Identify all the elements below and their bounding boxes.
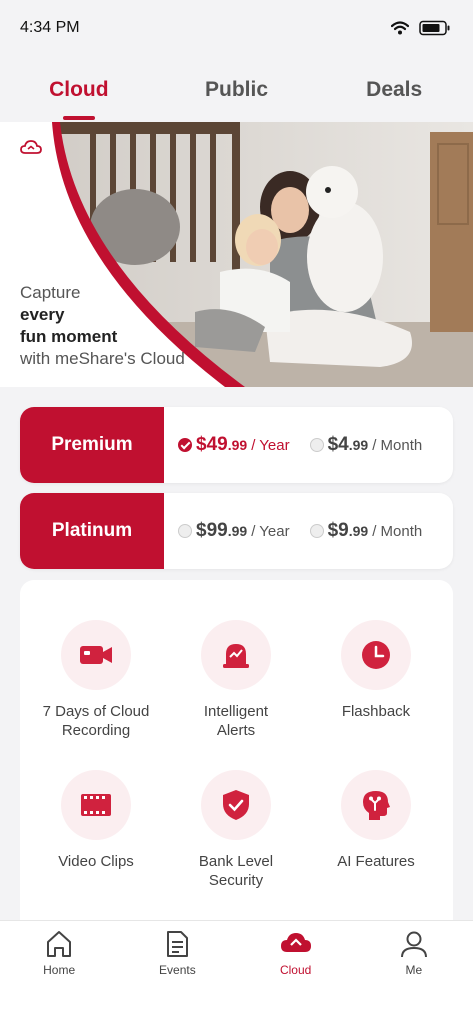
cloud-icon <box>20 140 42 154</box>
tab-public[interactable]: Public <box>158 62 316 122</box>
feature-bank-security: Bank Level Security <box>166 770 306 890</box>
feature-flashback: Flashback <box>306 620 446 721</box>
banner-line-3: fun moment <box>20 327 118 346</box>
shield-check-icon <box>223 790 249 820</box>
promo-banner[interactable]: Capture every fun moment with meShare's … <box>0 122 473 387</box>
home-icon <box>47 931 72 957</box>
features-card: 7 Days of Cloud Recording Intelligent Al… <box>20 580 453 940</box>
platinum-month-option[interactable]: $9.99 / Month <box>309 520 422 542</box>
document-icon <box>167 931 189 957</box>
banner-text: Capture every fun moment with meShare's … <box>20 282 185 370</box>
nav-me[interactable]: Me <box>355 921 473 1024</box>
clock-icon <box>362 641 390 669</box>
feature-ai: AI Features <box>306 770 446 871</box>
status-bar: 4:34 PM <box>0 0 473 56</box>
radio-checked-icon[interactable] <box>178 438 192 452</box>
person-icon <box>400 931 427 958</box>
radio-icon[interactable] <box>309 438 324 452</box>
plan-name: Platinum <box>20 493 164 569</box>
premium-year-option[interactable]: $49.99 / Year <box>178 434 290 456</box>
banner-line-2: every <box>20 305 65 324</box>
nav-home[interactable]: Home <box>0 921 118 1024</box>
feature-cloud-recording: 7 Days of Cloud Recording <box>26 620 166 740</box>
banner-line-1: Capture <box>20 283 81 302</box>
top-tabs: Cloud Public Deals <box>0 62 473 122</box>
premium-month-option[interactable]: $4.99 / Month <box>309 434 422 456</box>
film-strip-icon <box>81 794 111 816</box>
wifi-icon <box>391 21 409 35</box>
feature-intelligent-alerts: Intelligent Alerts <box>166 620 306 740</box>
plan-premium: Premium $49.99 / Year $4.99 / Month <box>20 407 453 483</box>
cloud-icon <box>280 933 311 952</box>
nav-events[interactable]: Events <box>118 921 236 1024</box>
radio-icon[interactable] <box>178 524 192 538</box>
alarm-light-icon <box>223 644 249 668</box>
plan-name: Premium <box>20 407 164 483</box>
nav-cloud[interactable]: Cloud <box>237 921 355 1024</box>
video-camera-icon <box>80 646 112 664</box>
status-time: 4:34 PM <box>20 19 80 36</box>
tab-cloud[interactable]: Cloud <box>0 62 158 122</box>
banner-line-4: with meShare's Cloud <box>20 349 185 368</box>
ai-head-icon <box>363 791 390 820</box>
feature-video-clips: Video Clips <box>26 770 166 871</box>
battery-icon <box>419 20 450 36</box>
bottom-nav: Home Events Cloud Me <box>0 920 473 1024</box>
platinum-year-option[interactable]: $99.99 / Year <box>178 520 290 542</box>
radio-icon[interactable] <box>309 524 324 538</box>
tab-deals[interactable]: Deals <box>315 62 473 122</box>
plan-platinum: Platinum $99.99 / Year $9.99 / Month <box>20 493 453 569</box>
